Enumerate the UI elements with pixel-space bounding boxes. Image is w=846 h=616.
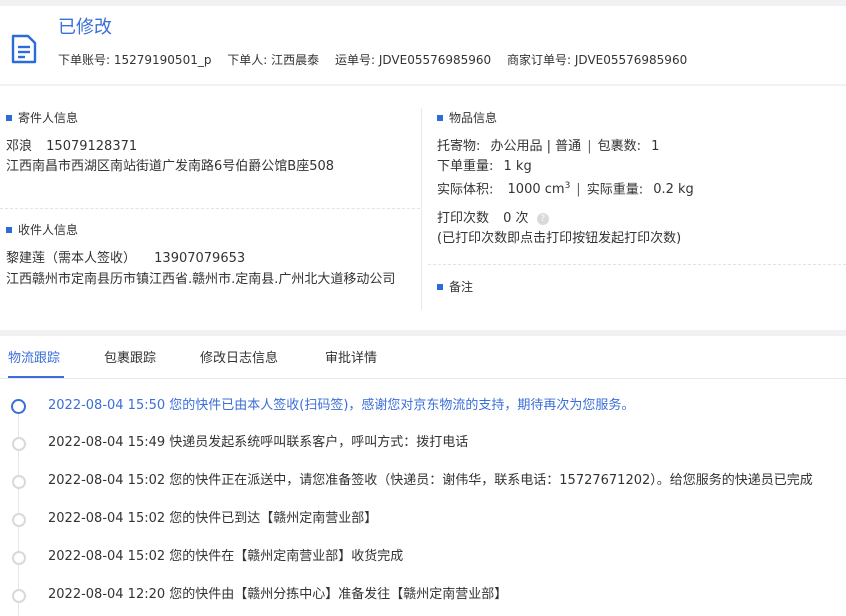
sender-address: 江西南昌市西湖区南站街道广发南路6号伯爵公馆B座508: [6, 159, 335, 174]
timeline-event: 2022-08-04 15:49 快递员发起系统呼叫联系客户，呼叫方式：拨打电话: [48, 435, 469, 450]
receiver-phone: 13907079653: [154, 251, 246, 266]
timeline-dot-icon: [12, 437, 26, 451]
volume-value: 1000 cm: [507, 182, 565, 198]
order-weight-value: 1 kg: [503, 159, 532, 174]
receiver-address: 江西赣州市定南县历市镇江西省.赣州市.定南县.广州北大道移动公司: [6, 272, 396, 287]
divider: [428, 264, 846, 265]
tab-bar: 物流跟踪 包裹跟踪 修改日志信息 审批详情: [0, 336, 846, 379]
actual-weight-label: 实际重量:: [586, 182, 644, 198]
timeline-item: 2022-08-04 15:50 您的快件已由本人签收(扫码签)，感谢您对京东物…: [0, 397, 846, 417]
order-header: 已修改 下单账号: 15279190501_p 下单人: 江西晨泰 运单号: J…: [0, 6, 846, 84]
timeline-item: 2022-08-04 15:49 快递员发起系统呼叫联系客户，呼叫方式：拨打电话: [0, 434, 846, 454]
sender-name: 邓浪: [6, 139, 33, 154]
tab-package-tracking[interactable]: 包裹跟踪: [104, 350, 156, 368]
timeline-current-dot-icon: [11, 399, 26, 414]
remark-section-title: 备注: [437, 279, 473, 295]
timeline-item: 2022-08-04 15:02 您的快件正在派送中，请您准备签收（快递员：谢伟…: [0, 472, 846, 492]
order-status: 已修改: [58, 17, 112, 38]
print-count-label: 打印次数: [437, 211, 490, 226]
timeline-item: 2022-08-04 15:02 您的快件已到达【赣州定南营业部】: [0, 510, 846, 530]
goods-item-row: 托寄物: 办公用品 | 普通 | 包裹数: 1: [437, 139, 660, 154]
volume-label: 实际体积:: [437, 182, 494, 198]
active-tab-indicator: [8, 376, 64, 378]
timeline-event: 2022-08-04 15:50 您的快件已由本人签收(扫码签)，感谢您对京东物…: [48, 398, 635, 413]
help-icon[interactable]: ?: [536, 213, 549, 225]
packages-value: 1: [651, 139, 660, 154]
volume-unit-exponent: 3: [564, 181, 571, 191]
shipment-info: 寄件人信息 邓浪 15079128371 江西南昌市西湖区南站街道广发南路6号伯…: [0, 86, 846, 330]
tab-logistics-tracking[interactable]: 物流跟踪: [8, 350, 60, 368]
order-weight-label: 下单重量:: [437, 159, 494, 174]
actual-weight-value: 0.2 kg: [653, 182, 694, 198]
order-placer: 下单人: 江西晨泰: [227, 53, 320, 67]
timeline-dot-icon: [12, 513, 26, 527]
order-weight-row: 下单重量: 1 kg: [437, 158, 532, 176]
timeline-event: 2022-08-04 12:20 您的快件由【赣州分拣中心】准备发往【赣州定南营…: [48, 587, 508, 602]
order-account: 下单账号: 15279190501_p: [58, 53, 212, 67]
timeline-item: 2022-08-04 15:02 您的快件在【赣州定南营业部】收货完成: [0, 548, 846, 568]
timeline-dot-icon: [12, 589, 26, 603]
goods-section-title: 物品信息: [437, 110, 497, 126]
timeline-event: 2022-08-04 15:02 您的快件正在派送中，请您准备签收（快递员：谢伟…: [48, 473, 813, 488]
timeline-event: 2022-08-04 15:02 您的快件在【赣州定南营业部】收货完成: [48, 549, 404, 564]
print-count-note: (已打印次数即点击打印按钮发起打印次数): [437, 231, 682, 246]
document-icon: [11, 34, 37, 64]
merchant-order-number: 商家订单号: JDVE05576985960: [507, 53, 688, 67]
receiver-name: 黎建莲（需本人签收）: [6, 251, 137, 266]
column-divider: [421, 108, 422, 310]
tab-change-log[interactable]: 修改日志信息: [200, 350, 278, 368]
timeline-dot-icon: [12, 551, 26, 565]
print-count-value: 0 次: [503, 211, 529, 226]
timeline-dot-icon: [12, 475, 26, 489]
receiver-section-title: 收件人信息: [6, 222, 78, 238]
goods-item-label: 托寄物:: [437, 139, 481, 154]
tracking-panel: 物流跟踪 包裹跟踪 修改日志信息 审批详情 2022-08-04 15:50 您…: [0, 336, 846, 616]
receiver-contact: 黎建莲（需本人签收） 13907079653: [6, 250, 245, 268]
order-meta: 下单账号: 15279190501_p 下单人: 江西晨泰 运单号: JDVE0…: [58, 52, 699, 68]
timeline-item: 2022-08-04 12:20 您的快件由【赣州分拣中心】准备发往【赣州定南营…: [0, 586, 846, 606]
print-count-row: 打印次数 0 次 ?: [437, 210, 549, 228]
packages-label: 包裹数:: [597, 139, 641, 154]
volume-row: 实际体积: 1000 cm3 | 实际重量: 0.2 kg: [437, 181, 694, 198]
sender-contact: 邓浪 15079128371: [6, 138, 137, 156]
sender-section-title: 寄件人信息: [6, 110, 78, 126]
sender-phone: 15079128371: [46, 139, 138, 154]
timeline-event: 2022-08-04 15:02 您的快件已到达【赣州定南营业部】: [48, 511, 378, 526]
goods-item-value: 办公用品 | 普通: [490, 139, 582, 154]
tab-approval-details[interactable]: 审批详情: [325, 350, 377, 368]
divider: [0, 208, 420, 209]
waybill-number: 运单号: JDVE05576985960: [334, 53, 492, 67]
